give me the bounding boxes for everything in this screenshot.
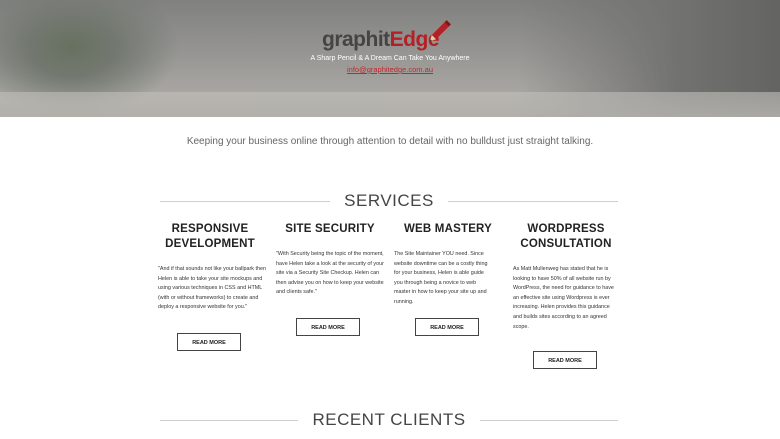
read-more-button-security[interactable]: READ MORE [296, 318, 360, 336]
services-heading-text: SERVICES [344, 191, 434, 210]
intro-text: Keeping your business online through att… [186, 136, 594, 147]
service-title: WEB MASTERY [403, 223, 493, 235]
service-title: RESPONSIVE DEVELOPMENT [165, 223, 255, 250]
recent-clients-heading-text: RECENT CLIENTS [312, 410, 466, 429]
divider-left [160, 419, 299, 421]
pencil-icon [429, 20, 451, 42]
service-description: As Matt Mullenweg has stated that he is … [513, 266, 614, 330]
service-web-mastery: WEB MASTERY The Site Maintainer YOU need… [388, 222, 508, 308]
service-description: "And if that sounds not like your ballpa… [158, 266, 266, 311]
service-responsive-development: RESPONSIVE DEVELOPMENT "And if that soun… [150, 222, 270, 313]
divider-right [447, 200, 619, 202]
service-wordpress-consultation: WORDPRESS CONSULTATION As Matt Mullenweg… [506, 222, 626, 332]
service-description: The Site Maintainer YOU need. Since webs… [394, 251, 488, 305]
recent-clients-heading: RECENT CLIENTS [160, 410, 619, 430]
service-title: WORDPRESS CONSULTATION [520, 223, 612, 250]
email-link[interactable]: info@graphitedge.com.au [0, 65, 780, 74]
service-title: SITE SECURITY [285, 223, 375, 235]
site-logo[interactable]: graphit Edge [322, 22, 440, 52]
divider-left [160, 200, 331, 202]
hero-banner: graphit Edge A Sharp Pencil & A Dream Can… [0, 0, 780, 117]
tagline: A Sharp Pencil & A Dream Can Take You An… [310, 55, 470, 62]
services-heading: SERVICES [160, 191, 619, 211]
service-site-security: SITE SECURITY "With Security being the t… [270, 222, 390, 298]
logo-text-graphit: graphit [322, 28, 390, 51]
read-more-button-wordpress[interactable]: READ MORE [533, 351, 597, 369]
read-more-button-web-mastery[interactable]: READ MORE [415, 318, 479, 336]
service-description: "With Security being the topic of the mo… [276, 251, 384, 296]
read-more-button-responsive[interactable]: READ MORE [177, 333, 241, 351]
divider-right [479, 419, 619, 421]
